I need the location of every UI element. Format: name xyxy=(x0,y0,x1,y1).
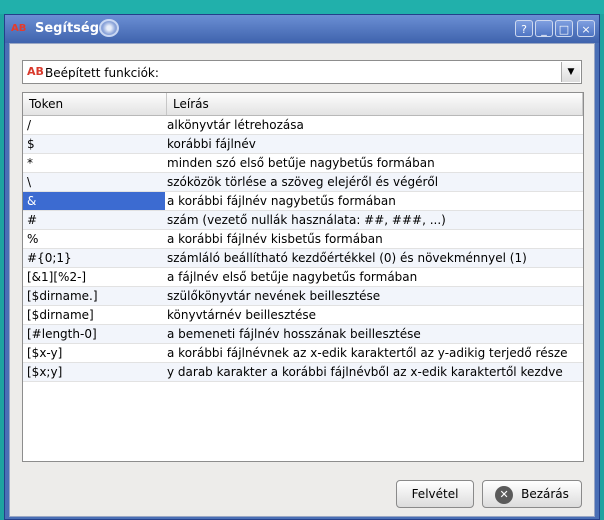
table-row[interactable]: & a korábbi fájlnév nagybetűs formában xyxy=(23,192,583,211)
record-button-label: Felvétel xyxy=(411,487,459,501)
token-cell: * xyxy=(27,156,33,170)
token-cell: [$x;y] xyxy=(27,365,63,379)
token-cell: [$dirname.] xyxy=(27,289,98,303)
description-cell: a fájlnév első betűje nagybetűs formában xyxy=(167,270,418,284)
token-cell: / xyxy=(27,118,32,132)
token-cell: #{0;1} xyxy=(27,251,72,265)
description-cell: szülőkönyvtár nevének beillesztése xyxy=(167,289,381,303)
table-row[interactable]: [$x-y] a korábbi fájlnévnek az x-edik kar… xyxy=(23,344,583,363)
token-cell: [$x-y] xyxy=(27,346,63,360)
table-row[interactable]: % a korábbi fájlnév kisbetűs formában xyxy=(23,230,583,249)
token-cell: $ xyxy=(27,137,35,151)
token-cell: [#length-0] xyxy=(27,327,97,341)
description-cell: szám (vezető nullák használata: ##, ###,… xyxy=(167,213,446,227)
description-cell: alkönyvtár létrehozása xyxy=(167,118,304,132)
table-row[interactable]: * minden szó első betűje nagybetűs formáb… xyxy=(23,154,583,173)
maximize-button[interactable]: □ xyxy=(555,20,573,37)
function-category-select[interactable]: AB Beépített funkciók: ▼ xyxy=(22,60,582,84)
help-button[interactable]: ? xyxy=(515,20,533,37)
token-cell: [&1][%2-] xyxy=(27,270,87,284)
description-cell: korábbi fájlnév xyxy=(167,137,256,151)
description-cell: számláló beállítható kezdőértékkel (0) é… xyxy=(167,251,527,265)
description-cell: szóközök törlése a szöveg elejéről és vé… xyxy=(167,175,439,189)
table-header: Token Leírás xyxy=(23,93,583,116)
dialog-body: AB Beépített funkciók: ▼ Token Leírás / a… xyxy=(9,43,595,517)
title-bar[interactable]: AB Segítség ? _ □ × xyxy=(5,15,599,43)
column-header-token[interactable]: Token xyxy=(23,93,167,115)
description-cell: könyvtárnév beillesztése xyxy=(167,308,317,322)
token-cell: & xyxy=(23,192,165,210)
description-cell: a korábbi fájlnév kisbetűs formában xyxy=(167,232,383,246)
table-row[interactable]: [#length-0] a bemeneti fájlnév hosszának … xyxy=(23,325,583,344)
app-icon: AB xyxy=(11,23,27,34)
minimize-button[interactable]: _ xyxy=(535,20,553,37)
description-cell: y darab karakter a korábbi fájlnévből az… xyxy=(167,365,563,379)
select-value: Beépített funkciók: xyxy=(45,66,159,80)
text-format-icon: AB xyxy=(27,65,44,78)
column-header-description[interactable]: Leírás xyxy=(167,93,583,115)
token-cell: [$dirname] xyxy=(27,308,94,322)
table-row[interactable]: [&1][%2-] a fájlnév első betűje nagybetűs… xyxy=(23,268,583,287)
window-title: Segítség xyxy=(35,21,100,36)
table-row[interactable]: $ korábbi fájlnév xyxy=(23,135,583,154)
token-cell: # xyxy=(27,213,38,227)
table-body: / alkönyvtár létrehozása $ korábbi fájlnév *… xyxy=(23,116,583,382)
description-cell: a bemeneti fájlnév hosszának beillesztés… xyxy=(167,327,421,341)
chevron-down-icon[interactable]: ▼ xyxy=(561,62,580,82)
close-dialog-button[interactable]: ✕ Bezárás xyxy=(482,480,582,508)
description-cell: minden szó első betűje nagybetűs formába… xyxy=(167,156,435,170)
table-row[interactable]: \ szóközök törlése a szöveg elejéről és v… xyxy=(23,173,583,192)
desktop-background xyxy=(0,0,604,14)
close-button-label: Bezárás xyxy=(521,487,569,501)
token-cell: % xyxy=(27,232,39,246)
record-button[interactable]: Felvétel xyxy=(396,480,474,508)
help-window: AB Segítség ? _ □ × AB Beépített funkció… xyxy=(4,14,600,520)
swirl-icon xyxy=(99,19,119,37)
table-row[interactable]: [$dirname.] szülőkönyvtár nevének beilles… xyxy=(23,287,583,306)
token-cell: \ xyxy=(27,175,32,189)
description-cell: a korábbi fájlnévnek az x-edik karaktert… xyxy=(167,346,568,360)
token-table: Token Leírás / alkönyvtár létrehozása $ kor… xyxy=(22,92,584,462)
close-icon: ✕ xyxy=(495,485,514,504)
description-cell: a korábbi fájlnév nagybetűs formában xyxy=(167,194,396,208)
table-row[interactable]: [$x;y] y darab karakter a korábbi fájlnév… xyxy=(23,363,583,382)
close-button[interactable]: × xyxy=(577,20,595,37)
table-row[interactable]: [$dirname] könyvtárnév beillesztése xyxy=(23,306,583,325)
table-row[interactable]: #{0;1} számláló beállítható kezdőértékkel… xyxy=(23,249,583,268)
table-row[interactable]: / alkönyvtár létrehozása xyxy=(23,116,583,135)
table-row[interactable]: # szám (vezető nullák használata: ##, ###… xyxy=(23,211,583,230)
